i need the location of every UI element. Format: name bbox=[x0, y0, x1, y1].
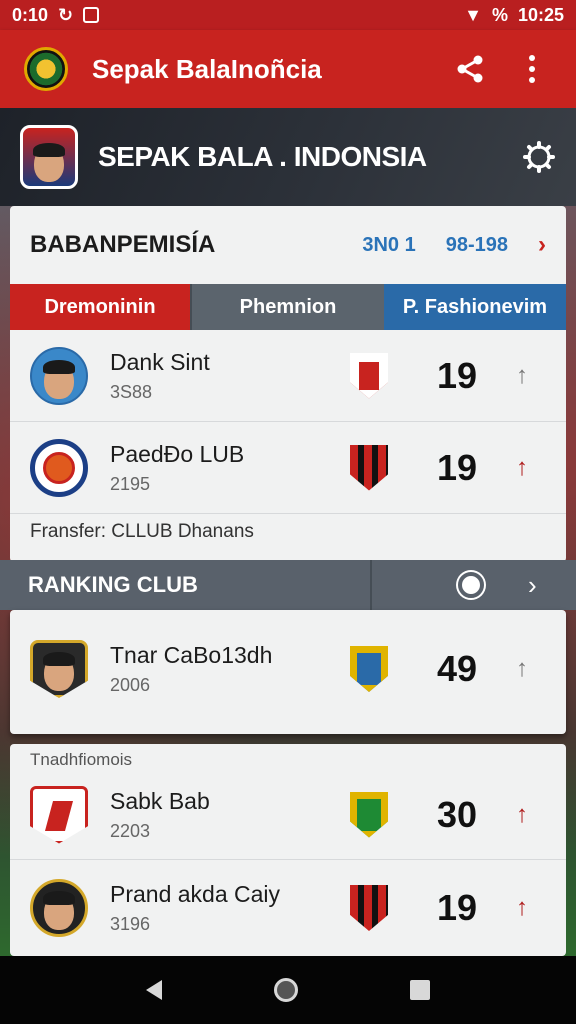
ranking-title: RANKING CLUB bbox=[0, 560, 372, 610]
player-name: PaedĐo LUB bbox=[110, 440, 245, 467]
trend-up-icon: ↑ bbox=[516, 361, 528, 389]
player-score: 30 bbox=[436, 793, 478, 835]
transfer-list-card: Tnadhfiomois Sabk Bab 2203 30 ↑ Prand ak… bbox=[10, 744, 566, 956]
player-score: 49 bbox=[436, 648, 478, 689]
tab-bar: Dremoninin Phemnion P. Fashionevim bbox=[10, 284, 566, 330]
player-name: Tnar CaBo13dh bbox=[110, 642, 273, 668]
player-sub: 2195 bbox=[110, 473, 151, 494]
status-bar: 0:10 ↻ ▼ % 10:25 bbox=[0, 0, 576, 30]
wifi-icon: ▼ bbox=[464, 4, 482, 25]
trend-up-icon: ↑ bbox=[516, 655, 528, 682]
section-header: BABANPEMISÍA 3N0 1 98-198 › bbox=[10, 206, 566, 284]
settings-gear-icon[interactable] bbox=[522, 140, 556, 174]
club-badge-icon bbox=[350, 444, 388, 491]
status-time-right: 10:25 bbox=[517, 4, 564, 25]
club-badge-icon bbox=[350, 352, 388, 399]
profile-avatar[interactable] bbox=[20, 125, 78, 189]
recent-apps-icon[interactable] bbox=[410, 980, 430, 1000]
status-time-left: 0:10 bbox=[12, 4, 49, 25]
player-name: Prand akda Caiy bbox=[110, 881, 281, 907]
section-meta-2[interactable]: 98-198 bbox=[446, 234, 508, 257]
tab-phemnion[interactable]: Phemnion bbox=[190, 284, 384, 330]
back-icon[interactable] bbox=[146, 980, 162, 1000]
player-row[interactable]: Dank Sint 3S88 19 ↑ bbox=[10, 330, 566, 422]
chevron-right-icon[interactable]: › bbox=[538, 231, 546, 259]
section-title: BABANPEMISÍA bbox=[30, 231, 216, 258]
banner-title: SEPAK BALA . INDONSIA bbox=[98, 141, 427, 172]
player-score: 19 bbox=[436, 446, 478, 488]
section-label: Tnadhfiomois bbox=[30, 750, 133, 769]
club-avatar bbox=[30, 785, 88, 844]
home-icon[interactable] bbox=[274, 978, 298, 1002]
app-bar: Sepak BalaInoñcia bbox=[0, 30, 576, 108]
section-meta-1: 3N0 1 bbox=[362, 233, 416, 256]
tab-dremoninin[interactable]: Dremoninin bbox=[10, 284, 190, 330]
player-avatar bbox=[30, 346, 88, 405]
player-score: 19 bbox=[436, 887, 478, 928]
player-avatar bbox=[30, 879, 88, 937]
standings-card: BABANPEMISÍA 3N0 1 98-198 › Dremoninin P… bbox=[10, 206, 566, 562]
section-meta: 3N0 1 98-198 › bbox=[362, 231, 546, 259]
player-sub: 3S88 bbox=[110, 381, 153, 402]
player-row[interactable]: Sabk Bab 2203 30 ↑ bbox=[10, 770, 566, 860]
trend-up-icon: ↑ bbox=[516, 800, 528, 828]
player-name: Dank Sint bbox=[110, 348, 210, 375]
app-title: Sepak BalaInoñcia bbox=[92, 53, 322, 84]
player-sub: 3196 bbox=[110, 914, 151, 934]
featured-card: Tnar CaBo13dh 2006 49 ↑ bbox=[10, 610, 566, 734]
app-logo bbox=[24, 47, 68, 91]
player-score: 19 bbox=[436, 354, 478, 396]
more-vertical-icon bbox=[529, 55, 535, 83]
trophy-icon[interactable] bbox=[458, 572, 484, 598]
sync-icon: ↻ bbox=[58, 4, 74, 25]
share-button[interactable] bbox=[450, 49, 490, 89]
player-sub: 2203 bbox=[110, 820, 151, 841]
system-nav-bar bbox=[0, 956, 576, 1024]
trend-up-icon: ↑ bbox=[516, 453, 528, 481]
chevron-right-icon[interactable]: › bbox=[528, 570, 537, 601]
share-icon bbox=[457, 55, 483, 83]
header-banner: SEPAK BALA . INDONSIA bbox=[0, 108, 576, 206]
club-badge-icon bbox=[350, 885, 388, 931]
club-badge-icon bbox=[350, 791, 388, 838]
ranking-club-bar[interactable]: RANKING CLUB › bbox=[0, 560, 576, 610]
player-avatar bbox=[30, 640, 88, 698]
image-notification-icon bbox=[83, 7, 100, 23]
player-name: Sabk Bab bbox=[110, 787, 210, 814]
club-avatar bbox=[30, 438, 88, 497]
player-row[interactable]: Prand akda Caiy 3196 19 ↑ bbox=[10, 860, 566, 956]
battery-icon: % bbox=[491, 4, 508, 25]
transfer-text[interactable]: Fransfer: CLLUB Dhanans bbox=[10, 514, 566, 550]
club-badge-icon bbox=[350, 646, 388, 692]
player-sub: 2006 bbox=[110, 675, 151, 695]
player-row[interactable]: PaedĐo LUB 2195 19 ↑ bbox=[10, 422, 566, 514]
trend-up-icon: ↑ bbox=[516, 894, 528, 921]
more-options-button[interactable] bbox=[512, 49, 552, 89]
tab-fashionevim[interactable]: P. Fashionevim bbox=[384, 284, 566, 330]
featured-row[interactable]: Tnar CaBo13dh 2006 49 ↑ bbox=[10, 610, 566, 728]
